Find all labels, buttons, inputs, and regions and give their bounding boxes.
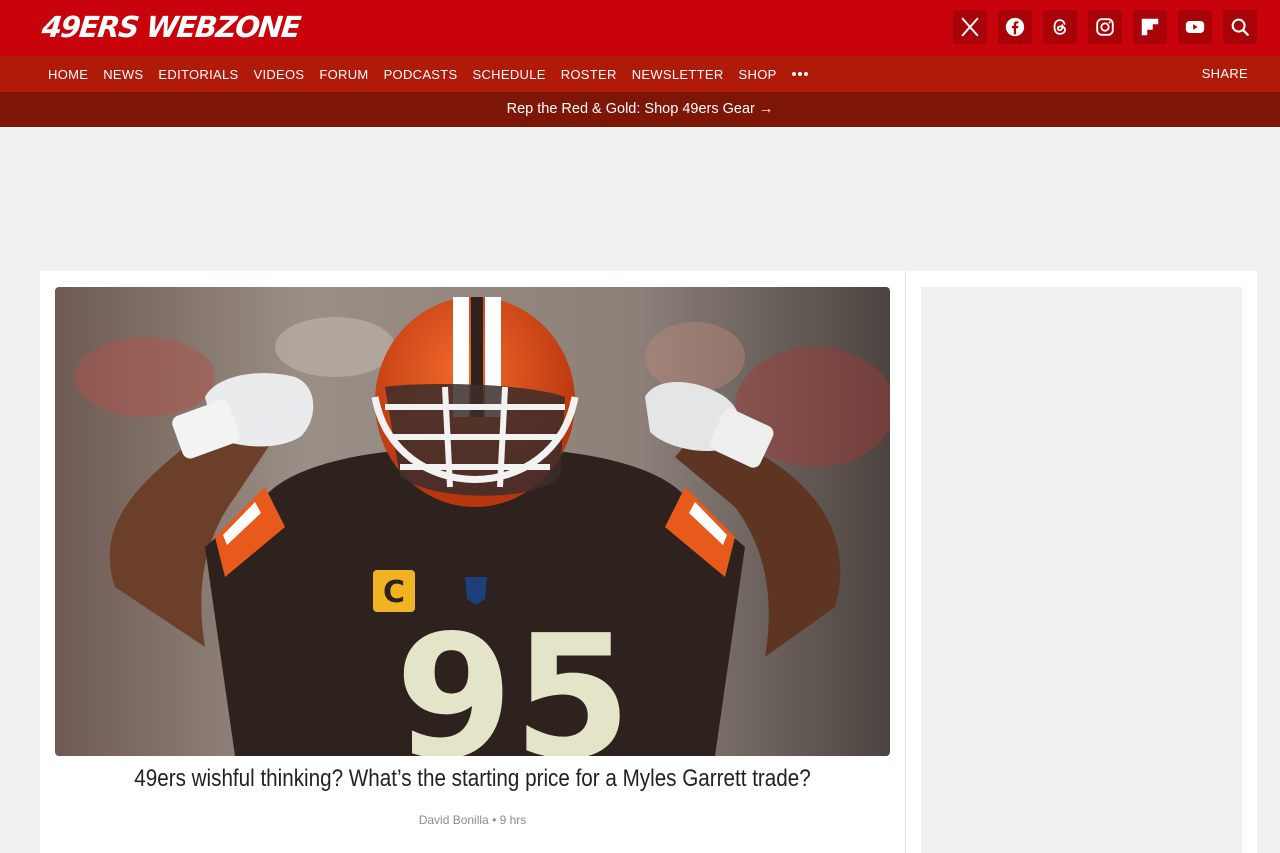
nav-item-home[interactable]: HOME xyxy=(48,67,88,82)
x-icon[interactable] xyxy=(953,10,987,44)
main-navigation: HOME NEWS EDITORIALS VIDEOS FORUM PODCAS… xyxy=(0,56,1280,92)
nav-item-forum[interactable]: FORUM xyxy=(319,67,368,82)
nav-item-news[interactable]: NEWS xyxy=(103,67,143,82)
nav-item-roster[interactable]: ROSTER xyxy=(561,67,617,82)
svg-text:C: C xyxy=(383,575,405,610)
main-content: 95 C 49ers wishful thinking? What’s the … xyxy=(40,271,1257,853)
social-links xyxy=(953,10,1257,44)
facebook-icon[interactable] xyxy=(998,10,1032,44)
promo-text: Rep the Red & Gold: Shop 49ers Gear xyxy=(506,101,755,117)
article-time: 9 hrs xyxy=(499,813,527,827)
nav-item-podcasts[interactable]: PODCASTS xyxy=(384,67,458,82)
share-button[interactable]: SHARE xyxy=(1202,56,1248,92)
article-byline: David Bonilla • 9 hrs xyxy=(55,813,890,827)
svg-text:95: 95 xyxy=(395,599,632,756)
nav-item-editorials[interactable]: EDITORIALS xyxy=(158,67,238,82)
search-icon[interactable] xyxy=(1223,10,1257,44)
article-headline[interactable]: 49ers wishful thinking? What’s the start… xyxy=(113,765,831,793)
youtube-icon[interactable] xyxy=(1178,10,1212,44)
nav-item-videos[interactable]: VIDEOS xyxy=(253,67,304,82)
sidebar-ad-slot xyxy=(921,287,1242,853)
promo-banner[interactable]: Rep the Red & Gold: Shop 49ers Gear → xyxy=(0,92,1280,127)
nav-item-schedule[interactable]: SCHEDULE xyxy=(473,67,546,82)
flipboard-icon[interactable] xyxy=(1133,10,1167,44)
arrow-right-icon: → xyxy=(758,101,774,117)
article-hero-image[interactable]: 95 C xyxy=(55,287,890,756)
ellipsis-icon[interactable] xyxy=(791,72,808,76)
nav-item-shop[interactable]: SHOP xyxy=(739,67,777,82)
article-author[interactable]: David Bonilla xyxy=(419,813,489,827)
nav-item-newsletter[interactable]: NEWSLETTER xyxy=(632,67,724,82)
site-header: 49ERS WEBZONE xyxy=(0,0,1280,56)
instagram-icon[interactable] xyxy=(1088,10,1122,44)
nav-list: HOME NEWS EDITORIALS VIDEOS FORUM PODCAS… xyxy=(48,56,808,92)
column-divider xyxy=(905,271,906,853)
site-logo[interactable]: 49ERS WEBZONE xyxy=(40,10,301,44)
byline-separator: • xyxy=(492,813,497,827)
threads-icon[interactable] xyxy=(1043,10,1077,44)
